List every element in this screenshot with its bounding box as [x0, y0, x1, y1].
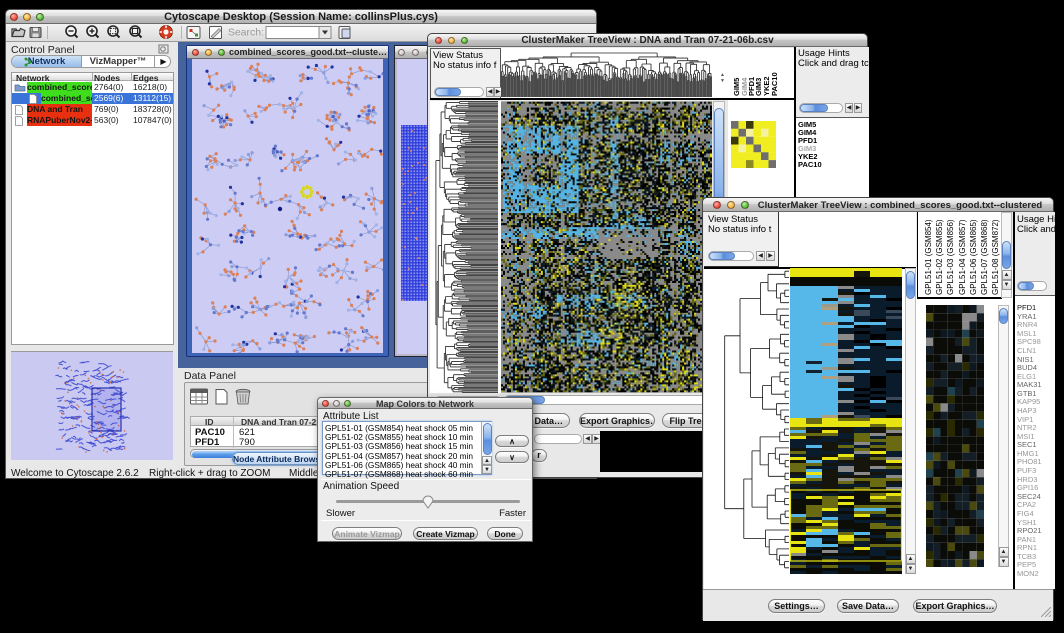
svg-text:Search:: Search:: [228, 27, 264, 39]
